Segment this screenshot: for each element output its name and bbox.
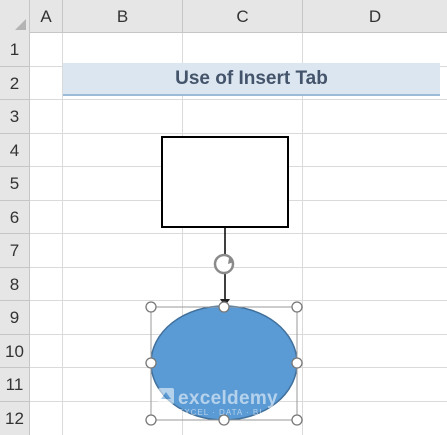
resize-handle-right[interactable] — [291, 357, 303, 369]
resize-handle-bottom-left[interactable] — [145, 414, 157, 426]
resize-handle-left[interactable] — [145, 357, 157, 369]
resize-handle-top-left[interactable] — [145, 301, 157, 313]
resize-handle-top[interactable] — [218, 301, 230, 313]
spreadsheet: A B C D 1 2 3 4 5 6 7 8 9 10 11 12 Use o… — [0, 0, 447, 435]
rotate-icon[interactable] — [213, 253, 235, 275]
rectangle-shape[interactable] — [161, 136, 289, 228]
resize-handle-bottom-right[interactable] — [291, 414, 303, 426]
watermark-text: exceldemy — [178, 388, 278, 409]
shapes-layer — [145, 136, 303, 426]
resize-handle-top-right[interactable] — [291, 301, 303, 313]
watermark-logo-icon — [158, 388, 174, 404]
watermark-tagline: EXCEL · DATA · BI — [178, 408, 263, 417]
